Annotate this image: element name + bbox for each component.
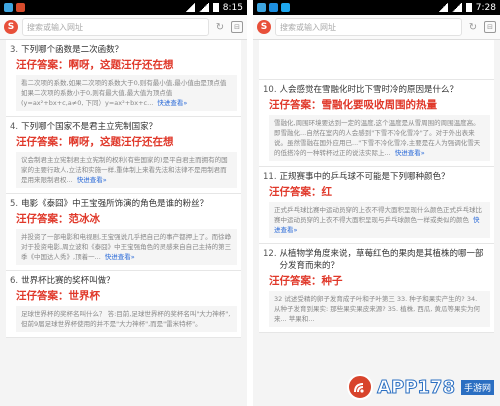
answer-text: 汪仔答案：世界杯: [16, 290, 100, 302]
battery-icon: [465, 3, 472, 12]
status-bar: 8:15: [0, 0, 247, 15]
browser-logo-icon[interactable]: S: [257, 20, 271, 34]
answer-text: 汪仔答案：啊呀，这题汪仔还在想: [16, 136, 174, 148]
status-bar: 7:28: [253, 0, 500, 15]
explanation-text: 足球世界杯的奖杯名叫什么？ 答:目前,足球世界杯的奖杯名叫"大力神杯",但前9届…: [16, 306, 237, 332]
question-text[interactable]: 4. 下列哪个国家不是君主立宪制国家？: [10, 121, 237, 133]
list-item: 4. 下列哪个国家不是君主立宪制国家？ 汪仔答案：啊呀，这题汪仔还在想 议会制君…: [6, 117, 241, 194]
wifi-icon: [184, 3, 195, 12]
app178-logo-icon: [347, 374, 374, 400]
question-text[interactable]: 6. 世界杯比赛的奖杯叫做？: [10, 275, 237, 287]
notification-icon: [16, 3, 25, 12]
notification-icon: [269, 3, 278, 12]
notification-icons: [257, 3, 290, 12]
question-text[interactable]: 12. 从植物学角度来说，草莓红色的果肉是其植株的哪一部分发育而来的？: [263, 248, 490, 272]
status-time: 7:28: [475, 2, 496, 13]
left-phone-screen: 8:15 S 搜索或输入网址 ↻ ⊟ 3. 下列哪个函数是二次函数？ 汪仔答案：…: [0, 0, 247, 406]
answer-text: 汪仔答案：范冰冰: [16, 213, 100, 225]
notification-icon: [281, 3, 290, 12]
explanation-text: 32 试述受精的卵子发育成子叶和子叶第三 33. 种子和果实产生的? 34. 从…: [269, 291, 490, 327]
explanation-text: 并投资了一部电影和电视剧,王宝强说几乎把自己的事产都押上了。而徐峥对于投资电影,…: [16, 229, 237, 265]
signal-icon: [198, 3, 209, 12]
tabs-icon[interactable]: ⊟: [231, 21, 243, 33]
browser-toolbar: S 搜索或输入网址 ↻ ⊟: [253, 15, 500, 40]
explanation-text: 议会制君主立宪制君主立宪制的权利(有些国家的)是平自君主而拥有的国家的主要行政人…: [16, 152, 237, 188]
explanation-text: 正式乒乓球比赛中运动员穿的上衣不得大面积呈现什么颜色正式乒乓球比赛中运动员穿的上…: [269, 202, 490, 238]
browser-toolbar: S 搜索或输入网址 ↻ ⊟: [0, 15, 247, 40]
question-text[interactable]: 11. 正规赛事中的乒乓球不可能是下列哪种颜色？: [263, 171, 490, 183]
right-phone-screen: 7:28 S 搜索或输入网址 ↻ ⊟ 10. 人会感觉在雪融化时比下雪时冷的原因…: [253, 0, 500, 406]
status-time: 8:15: [222, 2, 243, 13]
answer-list: 10. 人会感觉在雪融化时比下雪时冷的原因是什么？ 汪仔答案：雪融化要吸收周围的…: [253, 40, 500, 333]
refresh-icon[interactable]: ↻: [213, 20, 227, 34]
site-watermark: APP178 手游网: [347, 374, 494, 400]
list-item: 3. 下列哪个函数是二次函数？ 汪仔答案：啊呀，这题汪仔还在想 看二次项的系数,…: [6, 40, 241, 117]
address-input[interactable]: 搜索或输入网址: [275, 18, 462, 36]
question-text[interactable]: 3. 下列哪个函数是二次函数？: [10, 44, 237, 56]
answer-text: 汪仔答案：红: [269, 186, 332, 198]
answer-text: 汪仔答案：啊呀，这题汪仔还在想: [16, 59, 174, 71]
list-item: [259, 40, 494, 80]
browser-logo-icon[interactable]: S: [4, 20, 18, 34]
view-more-link[interactable]: 快进查看»: [395, 149, 425, 157]
answer-text: 汪仔答案：雪融化要吸收周围的热量: [269, 99, 437, 111]
signal-waves-icon: [354, 383, 364, 393]
address-input[interactable]: 搜索或输入网址: [22, 18, 209, 36]
tabs-icon[interactable]: ⊟: [484, 21, 496, 33]
notification-icons: [4, 3, 25, 12]
signal-icon: [451, 3, 462, 12]
view-more-link[interactable]: 快进查看»: [77, 176, 107, 184]
question-text[interactable]: 5. 电影《泰囧》中王宝强所饰演的角色是谁的粉丝？: [10, 198, 237, 210]
explanation-text: 雪融化,周围环境要达到一定的温度,这个温度是从雪周围的周围温度高。即雪融化...…: [269, 115, 490, 161]
view-more-link[interactable]: 快进查看»: [157, 99, 187, 107]
notification-icon: [257, 3, 266, 12]
notification-icon: [4, 3, 13, 12]
answer-list: 3. 下列哪个函数是二次函数？ 汪仔答案：啊呀，这题汪仔还在想 看二次项的系数,…: [0, 40, 247, 338]
question-text[interactable]: 10. 人会感觉在雪融化时比下雪时冷的原因是什么？: [263, 84, 490, 96]
wifi-icon: [437, 3, 448, 12]
list-item: 10. 人会感觉在雪融化时比下雪时冷的原因是什么？ 汪仔答案：雪融化要吸收周围的…: [259, 80, 494, 167]
refresh-icon[interactable]: ↻: [466, 20, 480, 34]
watermark-sub: 手游网: [460, 379, 494, 395]
explanation-text: 看二次项的系数,如果二次项的系数大于0,则有最小值,最小值由是顶点值 如果二次项…: [16, 75, 237, 111]
list-item: 11. 正规赛事中的乒乓球不可能是下列哪种颜色？ 汪仔答案：红 正式乒乓球比赛中…: [259, 167, 494, 244]
list-item: 5. 电影《泰囧》中王宝强所饰演的角色是谁的粉丝？ 汪仔答案：范冰冰 并投资了一…: [6, 194, 241, 271]
watermark-brand: APP178: [377, 376, 456, 398]
battery-icon: [212, 3, 219, 12]
view-more-link[interactable]: 快进查看»: [105, 253, 135, 261]
list-item: 6. 世界杯比赛的奖杯叫做？ 汪仔答案：世界杯 足球世界杯的奖杯名叫什么？ 答:…: [6, 271, 241, 338]
list-item: 12. 从植物学角度来说，草莓红色的果肉是其植株的哪一部分发育而来的？ 汪仔答案…: [259, 244, 494, 333]
answer-text: 汪仔答案：种子: [269, 275, 343, 287]
